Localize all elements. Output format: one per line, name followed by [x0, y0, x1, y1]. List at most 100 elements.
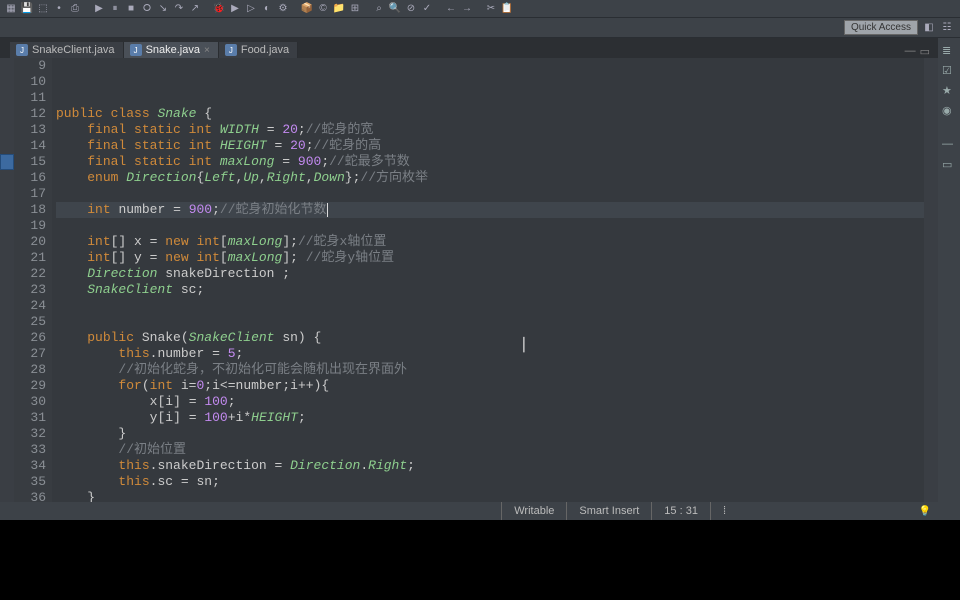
code-line[interactable]: final static int WIDTH = 20;//蛇身的宽 [56, 122, 924, 138]
new-project-icon[interactable]: ⊞ [348, 2, 362, 16]
code-area[interactable]: ⎮ public class Snake { final static int … [52, 58, 924, 502]
search-icon[interactable]: 🔍 [388, 2, 402, 16]
bookmarks-icon[interactable]: ★ [942, 84, 956, 98]
run-last-icon[interactable]: ▷ [244, 2, 258, 16]
code-line[interactable]: this.snakeDirection = Direction.Right; [56, 458, 924, 474]
marker-slot [0, 426, 14, 442]
marker-slot [0, 442, 14, 458]
code-line[interactable]: //初始化蛇身，不初始化可能会随机出现在界面外 [56, 362, 924, 378]
back-icon[interactable]: ← [444, 2, 458, 16]
suspend-icon[interactable]: ⏸ [108, 2, 122, 16]
code-line[interactable]: this.number = 5; [56, 346, 924, 362]
forward-icon[interactable]: → [460, 2, 474, 16]
paste-icon[interactable]: 📋 [500, 2, 514, 16]
terminate-icon[interactable]: ■ [124, 2, 138, 16]
code-line[interactable]: for(int i=0;i<=number;i++){ [56, 378, 924, 394]
tab-food-java[interactable]: JFood.java [219, 42, 298, 58]
status-overflow-icon[interactable]: ⁞ [710, 502, 738, 520]
line-number: 23 [14, 282, 46, 298]
marker-slot [0, 362, 14, 378]
marker-slot [0, 90, 14, 106]
code-line[interactable]: Direction snakeDirection ; [56, 266, 924, 282]
code-line[interactable]: int[] y = new int[maxLong]; //蛇身y轴位置 [56, 250, 924, 266]
step-over-icon[interactable]: ↷ [172, 2, 186, 16]
tab-label: Snake.java [146, 44, 200, 56]
breakpoints-icon[interactable]: ◉ [942, 104, 956, 118]
line-number: 12 [14, 106, 46, 122]
minimize-icon[interactable]: — [942, 138, 956, 152]
code-line[interactable]: final static int HEIGHT = 20;//蛇身的高 [56, 138, 924, 154]
status-insert-mode: Smart Insert [566, 502, 651, 520]
line-number: 25 [14, 314, 46, 330]
perspective-debug-icon[interactable]: ☷ [940, 21, 954, 35]
line-number: 15 [14, 154, 46, 170]
new-srcfolder-icon[interactable]: 📁 [332, 2, 346, 16]
code-line[interactable]: int[] x = new int[maxLong];//蛇身x轴位置 [56, 234, 924, 250]
code-line[interactable] [56, 218, 924, 234]
tasks-icon[interactable]: ☑ [942, 64, 956, 78]
code-editor[interactable]: 9101112131415161718192021222324252627282… [0, 58, 938, 502]
step-return-icon[interactable]: ↗ [188, 2, 202, 16]
debug-icon[interactable]: 🐞 [212, 2, 226, 16]
code-line[interactable]: //初始位置 [56, 442, 924, 458]
line-number: 32 [14, 426, 46, 442]
save-icon[interactable]: 💾 [20, 2, 34, 16]
line-number: 24 [14, 298, 46, 314]
code-line[interactable]: x[i] = 100; [56, 394, 924, 410]
code-line[interactable] [56, 186, 924, 202]
maximize-editor-icon[interactable]: ▭ [920, 45, 930, 58]
new-pkg-icon[interactable]: 📦 [300, 2, 314, 16]
line-number: 14 [14, 138, 46, 154]
line-number: 28 [14, 362, 46, 378]
code-line[interactable]: public class Snake { [56, 106, 924, 122]
overview-ruler[interactable] [924, 58, 938, 502]
step-into-icon[interactable]: ↘ [156, 2, 170, 16]
tab-snakeclient-java[interactable]: JSnakeClient.java [10, 42, 124, 58]
open-type-icon[interactable]: ⌕ [372, 2, 386, 16]
perspective-java-icon[interactable]: ◧ [922, 21, 936, 35]
annotation-icon[interactable]: ⊘ [404, 2, 418, 16]
cut-icon[interactable]: ✂ [484, 2, 498, 16]
code-line[interactable]: enum Direction{Left,Up,Right,Down};//方向枚… [56, 170, 924, 186]
tab-snake-java[interactable]: JSnake.java× [124, 42, 219, 58]
resume-icon[interactable]: ▶ [92, 2, 106, 16]
marker-slot [0, 346, 14, 362]
print-icon[interactable]: ⎙ [68, 2, 82, 16]
dot-icon[interactable]: • [52, 2, 66, 16]
marker-slot [0, 58, 14, 74]
line-number: 16 [14, 170, 46, 186]
task-icon[interactable]: ✓ [420, 2, 434, 16]
run-icon[interactable]: ▶ [228, 2, 242, 16]
code-line[interactable]: y[i] = 100+i*HEIGHT; [56, 410, 924, 426]
right-trim-toolbar: ≣ ☑ ★ ◉ — ▭ [938, 38, 960, 520]
save-all-icon[interactable]: ⬚ [36, 2, 50, 16]
marker-slot [0, 74, 14, 90]
disconnect-icon[interactable]: ⭘ [140, 2, 154, 16]
tab-label: SnakeClient.java [32, 44, 115, 56]
new-class-icon[interactable]: © [316, 2, 330, 16]
ext-tools-icon[interactable]: ⚙ [276, 2, 290, 16]
outline-icon[interactable]: ≣ [942, 44, 956, 58]
new-icon[interactable]: ▦ [4, 2, 18, 16]
marker-slot [0, 394, 14, 410]
code-line[interactable] [56, 314, 924, 330]
code-line[interactable]: SnakeClient sc; [56, 282, 924, 298]
code-line[interactable]: int number = 900;//蛇身初始化节数 [56, 202, 924, 218]
close-tab-icon[interactable]: × [204, 45, 210, 56]
line-number: 13 [14, 122, 46, 138]
coverage-icon[interactable]: ◐ [260, 2, 274, 16]
tip-icon[interactable]: 💡 [918, 504, 932, 518]
code-line[interactable] [56, 298, 924, 314]
marker-slot [0, 410, 14, 426]
code-line[interactable]: this.sc = sn; [56, 474, 924, 490]
line-number: 31 [14, 410, 46, 426]
java-file-icon: J [225, 44, 237, 56]
minimize-editor-icon[interactable]: — [905, 45, 916, 58]
code-line[interactable]: public Snake(SnakeClient sn) { [56, 330, 924, 346]
code-line[interactable]: final static int maxLong = 900;//蛇最多节数 [56, 154, 924, 170]
code-line[interactable]: } [56, 490, 924, 502]
code-line[interactable]: } [56, 426, 924, 442]
quick-access-field[interactable]: Quick Access [844, 20, 918, 35]
maximize-icon[interactable]: ▭ [942, 158, 956, 172]
marker-slot [0, 218, 14, 234]
